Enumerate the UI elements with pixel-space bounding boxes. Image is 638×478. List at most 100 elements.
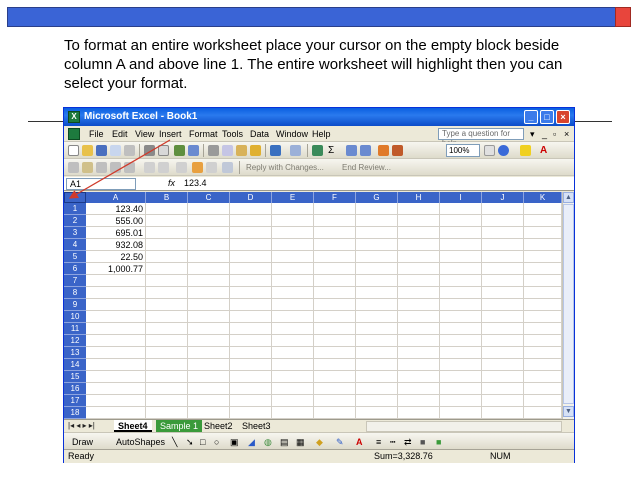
row-header-2[interactable]: 2 bbox=[64, 215, 86, 227]
table-row[interactable] bbox=[86, 407, 562, 419]
row-header-1[interactable]: 1 bbox=[64, 203, 86, 215]
row-header-11[interactable]: 11 bbox=[64, 323, 86, 335]
fill-color-icon[interactable]: ◆ bbox=[316, 437, 323, 448]
select-all-button[interactable] bbox=[64, 192, 86, 203]
column-header-b[interactable]: B bbox=[146, 192, 188, 203]
cell-a3[interactable]: 695.01 bbox=[86, 227, 146, 239]
insert-function-icon[interactable]: fx bbox=[168, 178, 175, 188]
cell-a6[interactable]: 1,000.77 bbox=[86, 263, 146, 275]
table-row[interactable] bbox=[86, 287, 562, 299]
menu-file[interactable]: File bbox=[89, 129, 104, 139]
menu-tools[interactable]: Tools bbox=[222, 129, 243, 139]
table-row[interactable] bbox=[86, 323, 562, 335]
row-header-7[interactable]: 7 bbox=[64, 275, 86, 287]
save-icon[interactable] bbox=[96, 145, 107, 156]
menu-window[interactable]: Window bbox=[276, 129, 308, 139]
row-header-15[interactable]: 15 bbox=[64, 371, 86, 383]
row-header-14[interactable]: 14 bbox=[64, 359, 86, 371]
column-header-h[interactable]: H bbox=[398, 192, 440, 203]
review-tool-icon[interactable] bbox=[68, 162, 79, 173]
menu-edit[interactable]: Edit bbox=[112, 129, 128, 139]
chart-wizard-icon[interactable] bbox=[378, 145, 389, 156]
table-row[interactable] bbox=[86, 311, 562, 323]
3d-style-icon[interactable]: ■ bbox=[436, 437, 441, 447]
row-header-12[interactable]: 12 bbox=[64, 335, 86, 347]
row-header-18[interactable]: 18 bbox=[64, 407, 86, 419]
table-row[interactable] bbox=[86, 347, 562, 359]
table-row[interactable] bbox=[86, 383, 562, 395]
column-header-d[interactable]: D bbox=[230, 192, 272, 203]
paste-icon[interactable] bbox=[236, 145, 247, 156]
review-tool-icon[interactable] bbox=[82, 162, 93, 173]
format-painter-icon[interactable] bbox=[250, 145, 261, 156]
hyperlink-icon[interactable] bbox=[312, 145, 323, 156]
column-header-i[interactable]: I bbox=[440, 192, 482, 203]
table-row[interactable] bbox=[86, 395, 562, 407]
zoom-dropdown-icon[interactable] bbox=[484, 145, 495, 156]
table-row[interactable] bbox=[86, 215, 562, 227]
help-search-input[interactable]: Type a question for help bbox=[438, 128, 524, 148]
cell-a1[interactable]: 123.40 bbox=[86, 203, 146, 215]
column-header-k[interactable]: K bbox=[524, 192, 562, 203]
permission-icon[interactable] bbox=[110, 145, 121, 156]
reply-with-changes-button[interactable]: Reply with Changes... bbox=[246, 163, 324, 172]
oval-icon[interactable]: ○ bbox=[214, 437, 219, 447]
autosum-icon[interactable]: Σ bbox=[328, 145, 339, 156]
redo-icon[interactable] bbox=[290, 145, 301, 156]
research-icon[interactable] bbox=[188, 145, 199, 156]
row-header-16[interactable]: 16 bbox=[64, 383, 86, 395]
review-tool-icon[interactable] bbox=[222, 162, 233, 173]
cut-icon[interactable] bbox=[208, 145, 219, 156]
diagram-icon[interactable]: ◍ bbox=[264, 437, 272, 448]
table-row[interactable] bbox=[86, 275, 562, 287]
dash-style-icon[interactable]: ┅ bbox=[390, 437, 395, 448]
row-header-6[interactable]: 6 bbox=[64, 263, 86, 275]
review-tool-icon[interactable] bbox=[206, 162, 217, 173]
textbox-icon[interactable]: ▣ bbox=[230, 437, 239, 448]
row-header-8[interactable]: 8 bbox=[64, 287, 86, 299]
cell-a5[interactable]: 22.50 bbox=[86, 251, 146, 263]
draw-menu-button[interactable]: Draw bbox=[72, 437, 93, 447]
table-row[interactable] bbox=[86, 299, 562, 311]
column-header-g[interactable]: G bbox=[356, 192, 398, 203]
tab-navigation-buttons[interactable]: |◂ ◂ ▸ ▸| bbox=[68, 421, 95, 430]
tab-sample-1[interactable]: Sample 1 bbox=[156, 420, 203, 432]
minimize-button[interactable]: _ bbox=[524, 110, 538, 124]
table-row[interactable] bbox=[86, 359, 562, 371]
review-tool-icon[interactable] bbox=[96, 162, 107, 173]
row-header-13[interactable]: 13 bbox=[64, 347, 86, 359]
horizontal-scrollbar[interactable] bbox=[366, 421, 562, 432]
shadow-icon[interactable]: ■ bbox=[420, 437, 425, 447]
maximize-button[interactable]: □ bbox=[540, 110, 554, 124]
name-box[interactable]: A1 bbox=[66, 178, 136, 190]
autoshapes-button[interactable]: AutoShapes bbox=[116, 437, 165, 447]
table-row[interactable] bbox=[86, 263, 562, 275]
row-header-17[interactable]: 17 bbox=[64, 395, 86, 407]
wordart-icon[interactable]: ◢ bbox=[248, 437, 255, 448]
worksheet-grid[interactable]: A B C D E F G H I J K 1 123.40 2 555.00 3 695.01 4 932.08 5… bbox=[64, 192, 562, 419]
table-row[interactable] bbox=[86, 239, 562, 251]
doc-close-button[interactable]: × bbox=[564, 129, 569, 139]
vertical-scrollbar[interactable]: ▲ ▼ bbox=[562, 192, 574, 419]
close-button[interactable]: × bbox=[556, 110, 570, 124]
print-icon[interactable] bbox=[144, 145, 155, 156]
clipart-icon[interactable]: ▤ bbox=[280, 437, 289, 448]
review-tool-icon[interactable] bbox=[192, 162, 203, 173]
font-color-icon[interactable]: A bbox=[540, 145, 551, 156]
help-dropdown-icon[interactable]: ▾ bbox=[530, 129, 535, 140]
copy-icon[interactable] bbox=[222, 145, 233, 156]
menu-data[interactable]: Data bbox=[250, 129, 269, 139]
scroll-down-button[interactable]: ▼ bbox=[563, 406, 574, 417]
cell-a2[interactable]: 555.00 bbox=[86, 215, 146, 227]
line-icon[interactable]: ╲ bbox=[172, 437, 177, 448]
row-header-5[interactable]: 5 bbox=[64, 251, 86, 263]
spelling-icon[interactable] bbox=[174, 145, 185, 156]
picture-icon[interactable]: ▦ bbox=[296, 437, 305, 448]
open-icon[interactable] bbox=[82, 145, 93, 156]
sort-ascending-icon[interactable] bbox=[346, 145, 357, 156]
undo-icon[interactable] bbox=[270, 145, 281, 156]
scroll-thumb[interactable] bbox=[563, 204, 574, 404]
arrow-style-icon[interactable]: ⇄ bbox=[404, 437, 412, 448]
review-tool-icon[interactable] bbox=[176, 162, 187, 173]
table-row[interactable] bbox=[86, 227, 562, 239]
